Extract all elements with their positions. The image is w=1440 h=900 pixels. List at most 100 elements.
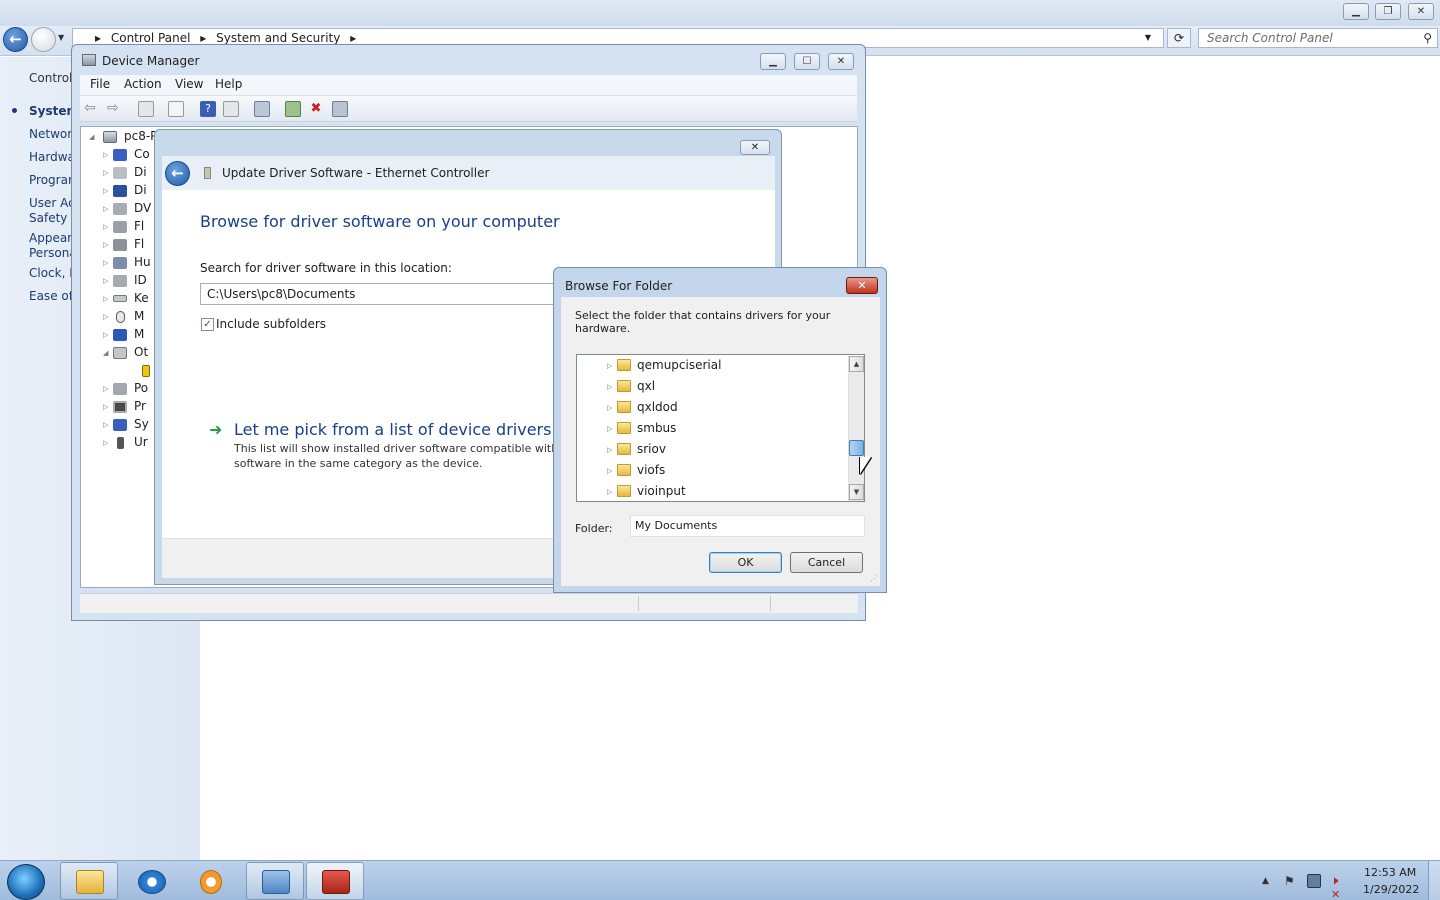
breadcrumb-arrow-icon[interactable]: ▸	[350, 31, 356, 45]
expand-arrow-icon[interactable]: ▷	[103, 169, 108, 177]
start-button[interactable]	[7, 864, 45, 900]
breadcrumb-arrow-icon[interactable]: ▸	[200, 31, 206, 45]
sidebar-item[interactable]: Clock, L	[29, 266, 71, 280]
refresh-icon[interactable]: ⟳	[1167, 28, 1191, 48]
restore-button[interactable]: ❐	[1375, 3, 1401, 20]
sidebar-item[interactable]: Persona	[29, 246, 71, 260]
folder-item[interactable]: smbus	[637, 421, 676, 435]
cancel-button[interactable]: Cancel	[790, 552, 863, 573]
tree-item[interactable]: Fl	[134, 237, 144, 251]
action-pane-icon[interactable]	[223, 101, 239, 117]
expand-arrow-icon[interactable]: ▷	[103, 331, 108, 339]
tree-item[interactable]: Ur	[134, 435, 148, 449]
expand-arrow-icon[interactable]: ▷	[607, 383, 612, 391]
taskbar-explorer[interactable]	[60, 862, 118, 900]
folder-item[interactable]: vioinput	[637, 484, 686, 498]
sidebar-item[interactable]: Appeara	[29, 231, 71, 245]
expand-arrow-icon[interactable]: ▷	[103, 223, 108, 231]
driver-path-input[interactable]: C:\Users\pc8\Documents	[200, 283, 560, 305]
close-button[interactable]: ✕	[828, 53, 854, 70]
clock-date[interactable]: 1/29/2022	[1363, 883, 1419, 896]
folder-tree[interactable]: ▷ qemupciserial ▷ qxl ▷ qxldod ▷ smbus ▷…	[576, 354, 865, 502]
tree-item[interactable]: ID	[134, 273, 147, 287]
history-dropdown-icon[interactable]: ▼	[58, 33, 68, 43]
help-icon[interactable]: ?	[200, 101, 216, 117]
expand-arrow-icon[interactable]: ▷	[103, 421, 108, 429]
sidebar-item[interactable]: Ease of A	[29, 289, 71, 303]
show-desktop-button[interactable]	[1428, 861, 1440, 900]
ok-button[interactable]: OK	[709, 552, 782, 573]
expand-arrow-icon[interactable]: ▷	[607, 446, 612, 454]
tree-item[interactable]: Di	[134, 165, 147, 179]
forward-arrow-icon[interactable]: ⇨	[107, 101, 123, 117]
expand-arrow-icon[interactable]: ▷	[607, 467, 612, 475]
scroll-thumb[interactable]	[849, 440, 864, 456]
sidebar-item[interactable]: Safety	[29, 211, 71, 225]
tree-item[interactable]: Co	[134, 147, 150, 161]
tree-item[interactable]: M	[134, 309, 144, 323]
include-subfolders-label[interactable]: Include subfolders	[216, 317, 326, 331]
expand-arrow-icon[interactable]: ▷	[103, 439, 108, 447]
collapse-arrow-icon[interactable]: ◢	[103, 349, 108, 357]
uninstall-icon[interactable]: ✖	[308, 101, 324, 117]
expand-arrow-icon[interactable]: ▷	[607, 488, 612, 496]
warning-device-icon[interactable]	[142, 365, 150, 377]
address-dropdown-icon[interactable]: ▼	[1145, 29, 1151, 47]
show-hidden-icons-icon[interactable]: ▲	[1262, 876, 1269, 886]
back-arrow-icon[interactable]: ←	[3, 27, 28, 52]
expand-arrow-icon[interactable]: ▷	[607, 425, 612, 433]
expand-arrow-icon[interactable]: ▷	[103, 151, 108, 159]
expand-arrow-icon[interactable]: ▷	[103, 385, 108, 393]
search-input[interactable]: Search Control Panel ⚲	[1198, 28, 1438, 48]
tree-item[interactable]: Hu	[134, 255, 151, 269]
scroll-down-icon[interactable]: ▼	[849, 484, 864, 500]
scroll-up-icon[interactable]: ▲	[849, 356, 864, 372]
taskbar-internet-explorer[interactable]	[122, 862, 180, 900]
sidebar-item[interactable]: Hardwa	[29, 150, 71, 164]
expand-arrow-icon[interactable]: ▷	[103, 295, 108, 303]
properties-icon[interactable]	[168, 101, 184, 117]
taskbar-media-player[interactable]	[182, 862, 240, 900]
close-button[interactable]: ✕	[846, 277, 878, 294]
back-arrow-icon[interactable]: ⇦	[84, 101, 100, 117]
folder-item[interactable]: qxl	[637, 379, 655, 393]
expand-arrow-icon[interactable]: ▷	[103, 403, 108, 411]
expand-arrow-icon[interactable]: ▷	[607, 404, 612, 412]
expand-arrow-icon[interactable]: ▷	[103, 277, 108, 285]
tree-item[interactable]: Ke	[134, 291, 149, 305]
tree-item[interactable]: M	[134, 327, 144, 341]
tree-item[interactable]: Pr	[134, 399, 146, 413]
include-subfolders-checkbox[interactable]: ✓	[201, 318, 214, 331]
breadcrumb-arrow-icon[interactable]: ▸	[95, 31, 101, 45]
taskbar-device-manager[interactable]	[306, 862, 364, 900]
menu-action[interactable]: Action	[124, 77, 162, 91]
tree-item[interactable]: Di	[134, 183, 147, 197]
tree-root[interactable]: pc8-P	[124, 129, 157, 143]
maximize-button[interactable]: ☐	[794, 53, 820, 70]
sidebar-item[interactable]: Network	[29, 127, 71, 141]
action-center-flag-icon[interactable]: ⚑	[1284, 874, 1298, 888]
breadcrumb-item[interactable]: System and Security	[216, 31, 340, 45]
taskbar-control-panel[interactable]	[246, 862, 304, 900]
folder-item[interactable]: qxldod	[637, 400, 678, 414]
disable-icon[interactable]	[332, 101, 348, 117]
breadcrumb-item[interactable]: Control Panel	[111, 31, 191, 45]
expand-arrow-icon[interactable]: ▷	[103, 259, 108, 267]
vertical-scrollbar[interactable]: ▲ ▼	[848, 356, 864, 501]
clock-time[interactable]: 12:53 AM	[1364, 866, 1416, 879]
menu-help[interactable]: Help	[215, 77, 242, 91]
minimize-button[interactable]: ▁	[1343, 3, 1369, 20]
menu-file[interactable]: File	[90, 77, 110, 91]
folder-item[interactable]: sriov	[637, 442, 666, 456]
forward-arrow-icon[interactable]	[31, 27, 56, 52]
folder-input[interactable]: My Documents	[630, 515, 865, 537]
back-arrow-icon[interactable]: ←	[165, 161, 190, 186]
expand-arrow-icon[interactable]: ▷	[103, 205, 108, 213]
resize-grip-icon[interactable]: ⋰	[870, 574, 878, 583]
minimize-button[interactable]: ▁	[760, 53, 786, 70]
search-icon[interactable]: ⚲	[1423, 29, 1432, 47]
expand-arrow-icon[interactable]: ▷	[607, 362, 612, 370]
sidebar-item-system[interactable]: System	[29, 104, 71, 118]
sidebar-item[interactable]: Control	[29, 71, 71, 85]
tree-item[interactable]: Fl	[134, 219, 144, 233]
